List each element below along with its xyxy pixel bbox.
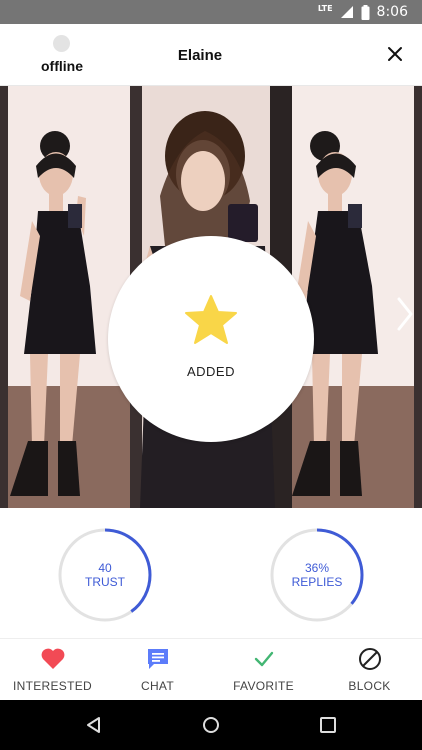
system-navigation-bar [0,700,422,750]
signal-icon [340,6,353,18]
replies-value: 36% [304,561,330,575]
added-to-favorites-overlay: ADDED [108,236,314,442]
chevron-right-icon[interactable] [396,296,414,332]
back-icon[interactable] [84,715,104,735]
action-bar: INTERESTED CHAT FAVORITE BLOCK [0,638,422,700]
status-icons: LTE 8:06 [318,0,408,24]
presence-status: offline [41,58,83,74]
recents-icon[interactable] [318,715,338,735]
favorite-button[interactable]: FAVORITE [211,639,316,701]
presence-indicator [53,35,70,52]
chat-button[interactable]: CHAT [105,639,210,701]
profile-header: offline Elaine [0,24,422,86]
block-button[interactable]: BLOCK [317,639,422,701]
profile-name: Elaine [177,47,223,64]
trust-label: TRUST [85,575,125,589]
network-type: LTE [317,3,333,13]
trust-value: 40 [98,561,112,575]
battery-icon [361,4,370,20]
status-time: 8:06 [376,4,408,20]
home-icon[interactable] [201,715,221,735]
heart-icon [41,648,64,669]
profile-stats: 40 TRUST 36% REPLIES [0,508,422,638]
block-label: BLOCK [348,679,391,693]
interested-button[interactable]: INTERESTED [0,639,105,701]
replies-rate: 36% REPLIES [270,528,364,622]
added-label: ADDED [186,364,235,379]
check-icon [254,651,273,667]
trust-score: 40 TRUST [58,528,152,622]
favorite-label: FAVORITE [233,679,294,693]
chat-label: CHAT [141,679,174,693]
chat-icon [147,649,168,669]
interested-label: INTERESTED [12,679,92,693]
block-icon [358,648,381,670]
star-icon [185,295,237,344]
replies-label: REPLIES [291,575,343,589]
status-bar: LTE 8:06 [0,0,422,24]
close-icon[interactable] [384,43,406,65]
